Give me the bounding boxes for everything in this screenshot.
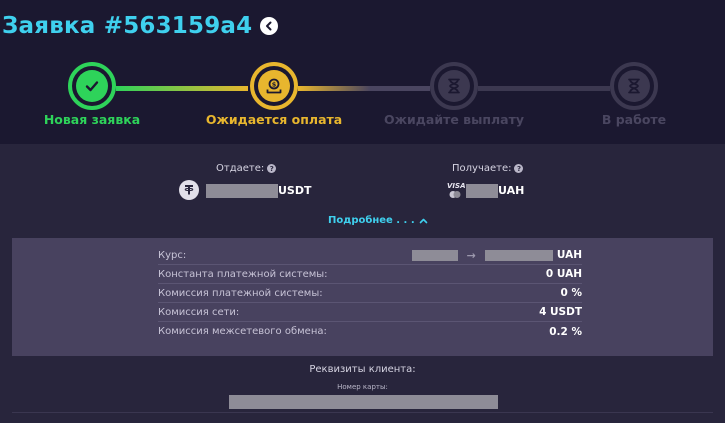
detail-value: → UAH <box>411 248 582 262</box>
chevron-left-icon <box>266 21 272 31</box>
rate-to-redacted <box>484 249 553 261</box>
divider <box>12 412 713 413</box>
page-header: Заявка #563159a4 <box>2 10 279 42</box>
visa-mastercard-icon: VISA <box>447 182 465 198</box>
svg-text:VISA: VISA <box>447 182 465 190</box>
step-label-awaiting-payment: Ожидается оплата <box>205 112 343 127</box>
detail-label: Комиссия межсетевого обмена: <box>158 326 327 337</box>
give-amount-redacted <box>206 184 278 198</box>
detail-value: 4 USDT <box>539 306 582 318</box>
get-amount-redacted <box>466 184 498 198</box>
detail-label: Курс: <box>158 249 187 261</box>
card-number-redacted <box>229 395 498 409</box>
step-label-in-progress: В работе <box>601 112 667 127</box>
detail-row-interchain-fee: Комиссия межсетевого обмена: 0.2 % <box>158 322 582 341</box>
give-currency: USDT <box>278 184 312 197</box>
stepper-connector-2 <box>298 86 430 91</box>
detail-row-payment-fee: Комиссия платежной системы: 0 % <box>158 284 582 303</box>
get-label-text: Получаете: <box>452 163 512 174</box>
details-box: Курс: → UAH Константа платежной системы:… <box>12 238 713 356</box>
client-details-title: Реквизиты клиента: <box>309 364 416 375</box>
tether-icon <box>179 180 199 200</box>
hourglass-icon <box>628 78 640 94</box>
stepper-connector-3 <box>478 86 610 91</box>
rate-from-redacted <box>411 249 458 261</box>
step-in-progress <box>610 62 658 110</box>
svg-text:$: $ <box>272 80 277 88</box>
progress-stepper: $ Новая заявка Ожидается оплата Ожидайте… <box>0 52 725 142</box>
step-label-awaiting-payout: Ожидайте выплату <box>383 112 525 127</box>
question-icon[interactable]: ? <box>267 164 277 173</box>
chevron-up-icon <box>419 218 427 224</box>
detail-label: Константа платежной системы: <box>158 268 328 280</box>
card-number-label: Номер карты: <box>337 383 388 391</box>
step-new-request <box>68 62 116 110</box>
step-awaiting-payout <box>430 62 478 110</box>
more-details-link[interactable]: Подробнее . . . <box>328 215 428 226</box>
detail-row-network-fee: Комиссия сети: 4 USDT <box>158 303 582 322</box>
get-label: Получаете: ? <box>452 163 524 174</box>
detail-label: Комиссия сети: <box>158 306 240 318</box>
detail-label: Комиссия платежной системы: <box>158 287 323 299</box>
arrow-right-icon: → <box>466 248 476 262</box>
stepper-connector-1 <box>116 86 248 91</box>
detail-row-constant: Константа платежной системы: 0 UAH <box>158 265 582 284</box>
detail-value: 0.2 % <box>549 325 582 338</box>
get-currency: UAH <box>498 184 525 197</box>
order-panel: Отдаете: ? Получаете: ? USDT VISA UAH По… <box>0 144 725 423</box>
check-icon <box>85 81 99 92</box>
give-label: Отдаете: ? <box>216 163 277 174</box>
detail-row-rate: Курс: → UAH <box>158 246 582 265</box>
detail-value: 0 % <box>560 287 582 299</box>
more-details-text: Подробнее . . . <box>328 215 415 226</box>
money-bag-icon: $ <box>266 78 282 94</box>
question-icon[interactable]: ? <box>514 164 524 173</box>
detail-value: 0 UAH <box>545 268 582 280</box>
back-button[interactable] <box>260 17 279 35</box>
page-title: Заявка #563159a4 <box>2 13 253 39</box>
hourglass-icon <box>448 78 460 94</box>
step-awaiting-payment: $ <box>250 62 298 110</box>
rate-currency: UAH <box>556 249 582 261</box>
give-label-text: Отдаете: <box>216 163 265 174</box>
step-label-new-request: Новая заявка <box>43 112 141 127</box>
